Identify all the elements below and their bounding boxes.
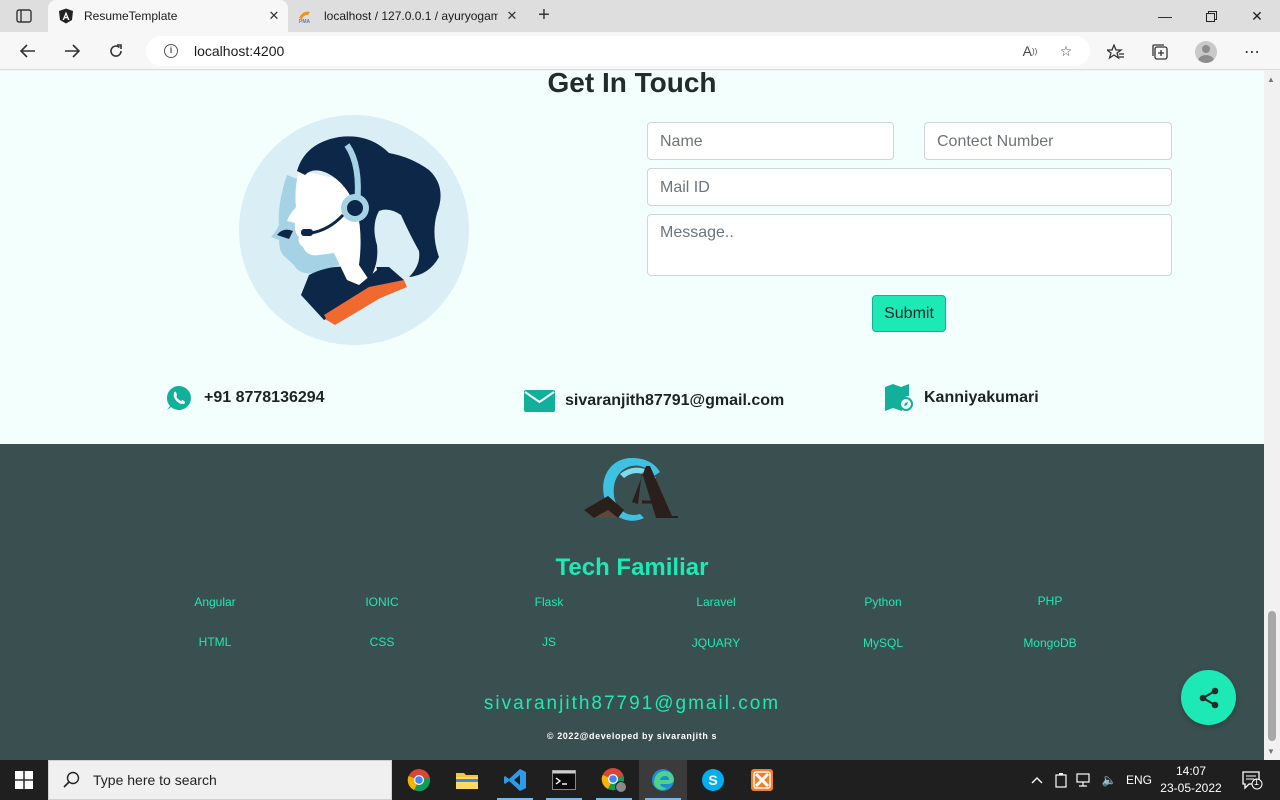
- network-icon[interactable]: [1075, 760, 1095, 800]
- file-explorer-app-icon[interactable]: [443, 760, 491, 800]
- tab-title: ResumeTemplate: [84, 9, 178, 23]
- favorites-icon[interactable]: [1105, 41, 1127, 63]
- scroll-down-icon[interactable]: ▼: [1267, 747, 1275, 756]
- more-options-icon[interactable]: ⋯: [1241, 41, 1263, 63]
- submit-button[interactable]: Submit: [872, 295, 946, 332]
- support-agent-illustration: [239, 115, 469, 345]
- tab-resume-template[interactable]: ResumeTemplate ✕: [48, 0, 288, 32]
- clock-date: 23-05-2022: [1160, 781, 1222, 795]
- terminal-app-icon[interactable]: [540, 760, 588, 800]
- close-window-icon[interactable]: ✕: [1234, 0, 1280, 32]
- tech-item: JS: [541, 635, 556, 649]
- angular-icon: [58, 8, 74, 24]
- search-placeholder: Type here to search: [93, 772, 217, 788]
- tech-item: Python: [864, 595, 902, 609]
- svg-text:S: S: [708, 772, 717, 788]
- email-text: sivaranjith87791@gmail.com: [565, 392, 785, 409]
- phone-text: +91 8778136294: [204, 389, 325, 406]
- collections-icon[interactable]: [1149, 41, 1171, 63]
- tech-item: MySQL: [862, 636, 903, 650]
- language-indicator[interactable]: ENG: [1124, 760, 1154, 800]
- vscode-app-icon[interactable]: [491, 760, 539, 800]
- contact-number-input[interactable]: Contect Number: [924, 122, 1172, 160]
- phpmyadmin-icon: PMA: [298, 8, 314, 24]
- start-button[interactable]: [0, 760, 48, 800]
- tab-title: localhost / 127.0.0.1 / ayuryogam: [324, 9, 498, 23]
- mail-id-input[interactable]: Mail ID: [647, 168, 1172, 206]
- location-info: Kanniyakumari: [884, 384, 1039, 412]
- address-bar-row: i localhost:4200 A)) ☆ ⋯: [0, 32, 1280, 70]
- share-icon: [1199, 687, 1218, 708]
- minimize-icon[interactable]: —: [1142, 0, 1188, 32]
- clock[interactable]: 14:07 23-05-2022: [1158, 763, 1224, 797]
- footer-email[interactable]: sivaranjith87791@gmail.com: [0, 693, 1264, 715]
- tech-item: MongoDB: [1023, 636, 1077, 650]
- refresh-icon[interactable]: [102, 39, 130, 63]
- scroll-thumb[interactable]: [1268, 611, 1276, 741]
- message-textarea[interactable]: Message..: [647, 214, 1172, 276]
- restore-icon[interactable]: [1188, 0, 1234, 32]
- browser-tab-bar: ResumeTemplate ✕ PMA localhost / 127.0.0…: [0, 0, 1280, 32]
- skype-app-icon[interactable]: S: [689, 760, 737, 800]
- url-text: localhost:4200: [194, 43, 285, 59]
- copyright-text: © 2022@developed by sivaranjith s: [546, 731, 718, 741]
- taskbar-search[interactable]: Type here to search: [48, 760, 392, 800]
- share-button[interactable]: [1181, 670, 1236, 725]
- clock-time: 14:07: [1175, 764, 1207, 778]
- mail-icon: [524, 390, 555, 412]
- tech-item: Angular: [194, 595, 236, 609]
- notification-count: 1: [1254, 777, 1260, 787]
- tech-item: PHP: [1037, 594, 1063, 608]
- new-tab-icon[interactable]: +: [532, 4, 556, 28]
- close-tab-icon[interactable]: ✕: [260, 8, 288, 24]
- footer: Tech Familiar Angular IONIC Flask Larave…: [0, 444, 1264, 760]
- tech-familiar-title: Tech Familiar: [555, 554, 709, 581]
- tech-item: Laravel: [696, 595, 736, 609]
- address-bar[interactable]: i localhost:4200 A)) ☆: [146, 36, 1090, 66]
- tech-item: CSS: [369, 635, 395, 649]
- read-aloud-icon[interactable]: A)): [1020, 42, 1040, 60]
- windows-taskbar: Type here to search S 🔈 ENG 14:07 23-05-…: [0, 760, 1280, 800]
- battery-icon[interactable]: [1052, 760, 1070, 800]
- map-icon: [884, 384, 914, 412]
- volume-icon[interactable]: 🔈: [1098, 760, 1120, 800]
- scroll-up-icon[interactable]: ▲: [1267, 75, 1275, 84]
- windows-logo-icon: [15, 771, 33, 789]
- svg-text:PMA: PMA: [299, 19, 311, 24]
- page-viewport: Get In Touch Name Contect Number Mail ID…: [0, 71, 1264, 760]
- section-title: Get In Touch: [547, 71, 717, 98]
- site-logo: [584, 458, 678, 521]
- name-input[interactable]: Name: [647, 122, 894, 160]
- close-tab-icon[interactable]: ✕: [498, 8, 526, 24]
- show-hidden-icons[interactable]: [1028, 760, 1046, 800]
- tech-item: JQUARY: [691, 636, 741, 650]
- tech-item: HTML: [198, 635, 232, 649]
- back-icon[interactable]: [14, 39, 42, 63]
- edge-app-icon[interactable]: [639, 760, 687, 800]
- page-scrollbar[interactable]: ▲ ▼: [1264, 71, 1280, 760]
- tech-item: Flask: [534, 595, 564, 609]
- email-info: sivaranjith87791@gmail.com: [524, 390, 784, 412]
- xampp-app-icon[interactable]: [738, 760, 786, 800]
- whatsapp-icon: [166, 385, 192, 411]
- forward-icon[interactable]: [58, 39, 86, 63]
- notification-center-icon[interactable]: 1: [1232, 760, 1272, 800]
- search-icon: [63, 771, 80, 788]
- tech-item: IONIC: [365, 595, 399, 609]
- location-text: Kanniyakumari: [924, 389, 1039, 406]
- site-info-icon[interactable]: i: [164, 44, 178, 58]
- profile-avatar[interactable]: [1195, 41, 1217, 63]
- tab-actions-icon[interactable]: [8, 4, 40, 28]
- phone-info: +91 8778136294: [166, 385, 325, 411]
- chrome-app-icon[interactable]: [395, 760, 443, 800]
- chrome-profile-app-icon[interactable]: [590, 760, 638, 800]
- add-favorite-icon[interactable]: ☆: [1056, 42, 1076, 60]
- tab-phpmyadmin[interactable]: PMA localhost / 127.0.0.1 / ayuryogam ✕: [288, 0, 526, 32]
